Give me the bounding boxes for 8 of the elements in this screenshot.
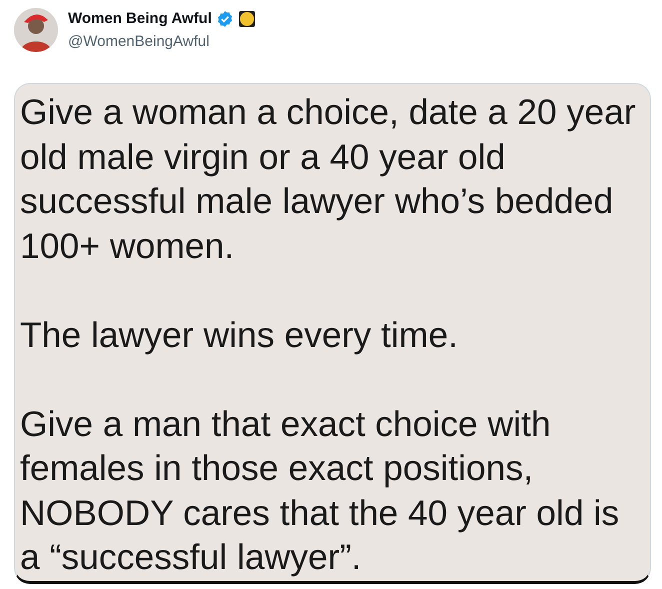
image-paragraph: Give a man that exact choice with females in those exact positions, NOBODY cares that the 40 year old is a “successful lawyer”. (20, 402, 620, 579)
affiliate-badge-icon (238, 10, 256, 28)
author-handle[interactable]: @WomenBeingAwful (68, 30, 256, 53)
avatar[interactable] (14, 8, 58, 52)
image-paragraph: The lawyer wins every time. (20, 314, 459, 356)
author-name[interactable]: Women Being Awful (68, 8, 212, 30)
image-card[interactable] (14, 83, 651, 584)
image-paragraph: Give a woman a choice, date a 20 year old male virgin or a 40 year old successful male lawyer who’s bedded 100+ women. (20, 91, 637, 268)
